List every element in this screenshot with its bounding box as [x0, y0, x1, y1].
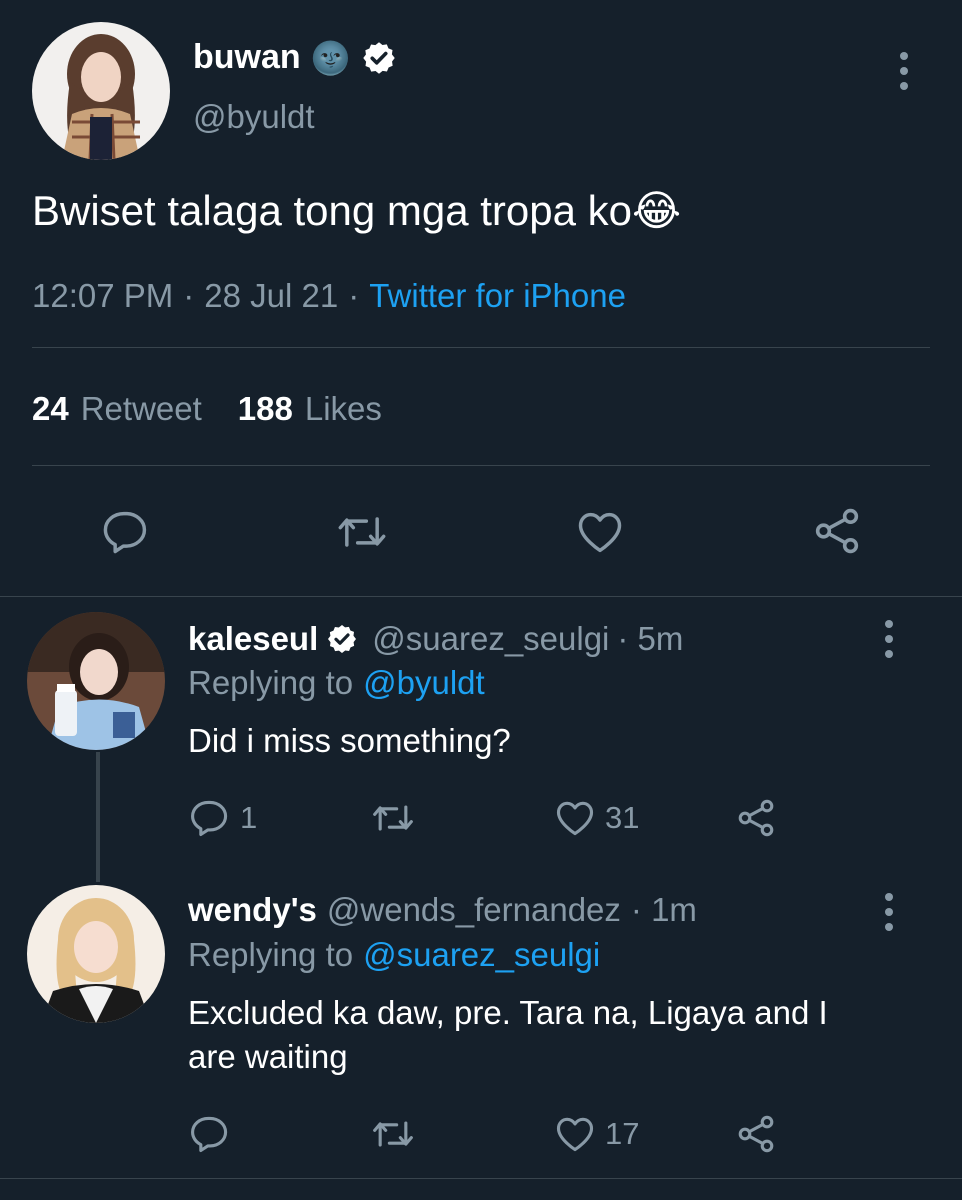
divider — [32, 465, 930, 466]
display-name[interactable]: kaleseul — [188, 620, 318, 658]
tweet-stats: 24 Retweet 188 Likes — [32, 390, 382, 428]
reply-icon — [188, 1112, 232, 1156]
reply-text: Did i miss something? — [188, 722, 511, 759]
verified-badge-icon — [326, 623, 358, 655]
avatar-buwan[interactable] — [32, 22, 170, 160]
reply-icon[interactable] — [100, 506, 152, 558]
replying-to-handle[interactable]: @suarez_seulgi — [363, 936, 600, 974]
like-icon — [553, 796, 597, 840]
name-emoji: 🌚 — [310, 39, 351, 76]
meta-separator: · — [183, 277, 195, 314]
retweet-count[interactable]: 24 — [32, 390, 69, 428]
share-icon[interactable] — [810, 504, 864, 558]
share-icon[interactable] — [734, 796, 778, 840]
retweet-button[interactable] — [368, 796, 426, 840]
handle[interactable]: @wends_fernandez — [327, 891, 621, 929]
like-count: 17 — [605, 1116, 640, 1151]
handle[interactable]: @byuldt — [193, 98, 315, 136]
avatar-wendys[interactable] — [27, 885, 165, 1023]
retweet-icon — [368, 1112, 418, 1156]
likes-label[interactable]: Likes — [305, 390, 382, 428]
divider — [0, 1178, 962, 1179]
reply-button[interactable]: 1 — [188, 796, 257, 840]
retweet-icon — [368, 796, 418, 840]
handle[interactable]: @suarez_seulgi — [372, 620, 609, 658]
reply-text-line: are waiting — [188, 1038, 348, 1075]
reply-text-line: Excluded ka daw, pre. Tara na, Ligaya an… — [188, 994, 828, 1031]
verified-badge-icon — [361, 40, 397, 76]
like-button[interactable]: 31 — [553, 796, 639, 840]
tweet-source[interactable]: Twitter for iPhone — [369, 277, 626, 315]
tweet-date: 28 Jul 21 — [204, 277, 339, 314]
like-count: 31 — [605, 800, 640, 835]
tweet-text: Bwiset talaga tong mga tropa ko😂 — [32, 187, 682, 234]
replying-to-label: Replying to — [188, 664, 354, 701]
meta-separator: · — [348, 277, 360, 314]
replying-to-handle[interactable]: @byuldt — [363, 664, 485, 702]
replying-to-label: Replying to — [188, 936, 354, 973]
display-name[interactable]: wendy's — [188, 891, 317, 929]
reply-time: · 5m — [617, 620, 684, 657]
reply-button[interactable] — [188, 1112, 240, 1156]
reply-icon — [188, 796, 232, 840]
thread-line — [96, 752, 100, 882]
more-options-icon[interactable] — [900, 52, 908, 90]
retweet-label[interactable]: Retweet — [81, 390, 202, 428]
divider — [0, 596, 962, 597]
like-button[interactable]: 17 — [553, 1112, 639, 1156]
more-options-icon[interactable] — [885, 893, 893, 931]
tweet-meta: 12:07 PM · 28 Jul 21 · Twitter for iPhon… — [32, 277, 626, 315]
display-name[interactable]: buwan — [193, 38, 301, 77]
reply-time: · 1m — [630, 891, 697, 928]
share-icon[interactable] — [734, 1112, 778, 1156]
retweet-button[interactable] — [368, 1112, 426, 1156]
retweet-icon[interactable] — [333, 506, 391, 558]
reply-count: 1 — [240, 800, 258, 835]
tweet-time: 12:07 PM — [32, 277, 174, 314]
divider — [32, 347, 930, 348]
like-icon — [553, 1112, 597, 1156]
like-icon[interactable] — [574, 506, 626, 558]
more-options-icon[interactable] — [885, 620, 893, 658]
likes-count[interactable]: 188 — [238, 390, 293, 428]
avatar-kaleseul[interactable] — [27, 612, 165, 750]
